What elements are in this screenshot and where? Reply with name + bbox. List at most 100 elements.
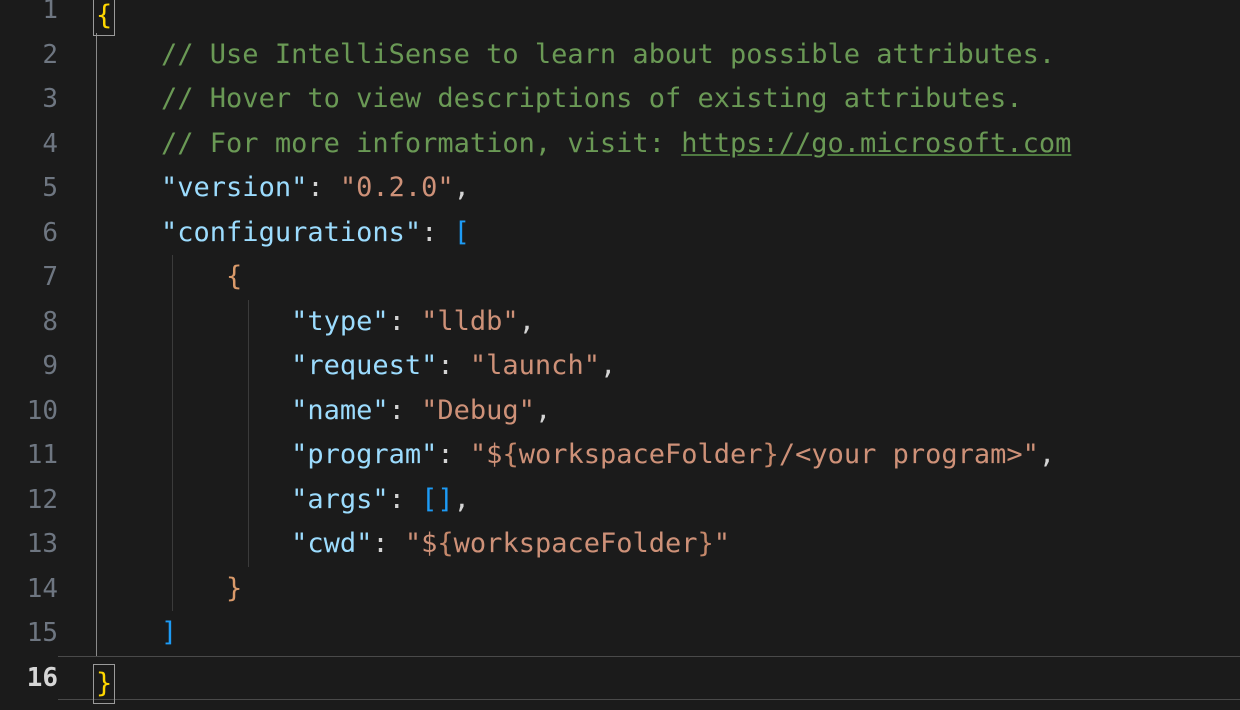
line-number[interactable]: 6 <box>0 210 58 255</box>
code-line[interactable]: 10 "name": "Debug", <box>0 388 1240 434</box>
token-comment: // Hover to view descriptions of existin… <box>161 83 1023 114</box>
token-bracket-level-1: } <box>96 667 113 699</box>
code-text[interactable]: { <box>96 255 242 300</box>
active-line-highlight <box>58 655 1240 700</box>
code-line[interactable]: 14 } <box>0 566 1240 612</box>
code-line[interactable]: 16} <box>0 655 1240 704</box>
code-line[interactable]: 12 "args": [], <box>0 477 1240 523</box>
token-punctuation: : <box>372 528 405 559</box>
code-line[interactable]: 9 "request": "launch", <box>0 344 1240 389</box>
token-property-key: "configurations" <box>161 216 422 248</box>
code-line[interactable]: 5 "version": "0.2.0", <box>0 166 1240 211</box>
line-number[interactable]: 4 <box>0 121 58 166</box>
line-number[interactable]: 7 <box>0 255 58 300</box>
token-punctuation <box>96 573 226 604</box>
token-string-value: /<your program>" <box>778 439 1039 470</box>
line-number[interactable]: 8 <box>0 299 58 344</box>
token-punctuation: : <box>437 350 470 381</box>
token-punctuation: , <box>518 305 535 337</box>
code-line[interactable]: 11 "program": "${workspaceFolder}/<your … <box>0 433 1240 478</box>
code-text[interactable]: { <box>93 0 116 36</box>
token-string-value: "launch" <box>469 350 600 381</box>
line-number[interactable]: 12 <box>0 477 58 522</box>
token-punctuation: : <box>437 439 470 470</box>
token-string-value: workspaceFolder <box>453 528 698 559</box>
code-text[interactable]: "name": "Debug", <box>96 389 551 434</box>
token-punctuation <box>96 83 161 114</box>
token-punctuation <box>96 128 161 159</box>
token-bracket-level-3: } <box>226 572 243 604</box>
code-text[interactable]: "type": "lldb", <box>96 300 535 345</box>
token-string-value: " <box>404 528 422 559</box>
code-text[interactable]: // For more information, visit: https://… <box>96 122 1071 167</box>
code-text[interactable]: // Use IntelliSense to learn about possi… <box>96 33 1055 78</box>
code-line[interactable]: 8 "type": "lldb", <box>0 299 1240 345</box>
token-punctuation: , <box>599 350 617 381</box>
token-property-key: "name" <box>291 394 389 426</box>
code-text[interactable]: } <box>93 656 116 704</box>
token-punctuation: : <box>388 305 422 337</box>
code-text[interactable]: ] <box>96 611 177 656</box>
token-punctuation: : <box>388 483 422 515</box>
token-bracket-level-2: [ <box>453 216 470 248</box>
token-string-value: " <box>713 528 731 559</box>
code-line[interactable]: 13 "cwd": "${workspaceFolder}" <box>0 522 1240 567</box>
token-punctuation <box>96 306 291 337</box>
line-number[interactable]: 16 <box>0 655 58 700</box>
token-punctuation <box>96 350 291 381</box>
code-text[interactable]: "program": "${workspaceFolder}/<your pro… <box>96 433 1055 478</box>
token-punctuation: , <box>1038 439 1056 470</box>
code-line[interactable]: 1{ <box>0 0 1240 36</box>
token-link[interactable]: https://go.microsoft.com <box>681 128 1071 159</box>
code-text[interactable]: "args": [], <box>96 478 470 523</box>
token-string-value: "lldb" <box>421 305 519 337</box>
line-number[interactable]: 13 <box>0 522 58 567</box>
code-text[interactable]: "cwd": "${workspaceFolder}" <box>96 522 730 567</box>
token-variable-punct: { <box>437 528 454 559</box>
token-punctuation <box>96 172 161 203</box>
token-punctuation: : <box>388 394 422 426</box>
code-text[interactable]: } <box>96 567 242 612</box>
line-number[interactable]: 15 <box>0 611 58 656</box>
token-variable-punct: } <box>762 439 779 470</box>
code-editor[interactable]: 1{2 // Use IntelliSense to learn about p… <box>0 0 1240 710</box>
line-number[interactable]: 3 <box>0 77 58 122</box>
token-punctuation <box>96 439 291 470</box>
token-property-key: "cwd" <box>291 528 373 559</box>
token-punctuation <box>96 261 226 292</box>
code-line[interactable]: 3 // Hover to view descriptions of exist… <box>0 77 1240 122</box>
code-line[interactable]: 6 "configurations": [ <box>0 210 1240 256</box>
token-property-key: "version" <box>161 172 308 203</box>
token-punctuation <box>96 617 161 648</box>
token-bracket-level-2: ] <box>161 617 178 648</box>
token-property-key: "args" <box>291 483 389 515</box>
code-line[interactable]: 15 ] <box>0 611 1240 656</box>
line-number[interactable]: 11 <box>0 433 58 478</box>
token-bracket-level-1: { <box>96 0 113 31</box>
editor-rows: 1{2 // Use IntelliSense to learn about p… <box>0 0 1240 704</box>
line-number[interactable]: 10 <box>0 388 58 433</box>
token-bracket-level-3: { <box>226 261 243 292</box>
token-string-value: "Debug" <box>421 394 535 426</box>
line-number[interactable]: 1 <box>0 0 58 33</box>
code-text[interactable]: "version": "0.2.0", <box>96 166 470 211</box>
line-number[interactable]: 5 <box>0 166 58 211</box>
token-string-value: $ <box>486 439 503 470</box>
token-comment: // For more information, visit: <box>161 127 682 159</box>
token-comment: // Use IntelliSense to learn about possi… <box>161 38 1056 70</box>
line-number[interactable]: 14 <box>0 566 58 611</box>
token-punctuation: , <box>534 394 552 426</box>
code-text[interactable]: "request": "launch", <box>96 344 616 389</box>
code-line[interactable]: 4 // For more information, visit: https:… <box>0 121 1240 167</box>
token-property-key: "type" <box>291 305 389 337</box>
token-punctuation: , <box>453 172 470 203</box>
bracket-match-box: { <box>93 0 116 36</box>
line-number[interactable]: 9 <box>0 344 58 389</box>
code-text[interactable]: "configurations": [ <box>96 211 470 256</box>
token-punctuation: , <box>453 483 470 515</box>
line-number[interactable]: 2 <box>0 32 58 77</box>
code-line[interactable]: 2 // Use IntelliSense to learn about pos… <box>0 32 1240 78</box>
code-line[interactable]: 7 { <box>0 255 1240 300</box>
token-punctuation <box>96 395 291 426</box>
code-text[interactable]: // Hover to view descriptions of existin… <box>96 77 1023 122</box>
